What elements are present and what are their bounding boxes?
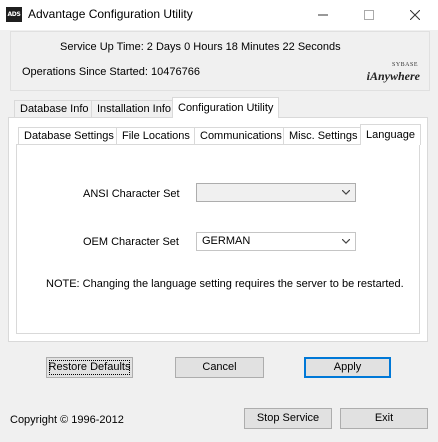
copyright-text: Copyright © 1996-2012: [10, 414, 124, 426]
close-button[interactable]: [392, 0, 438, 30]
ansi-charset-label: ANSI Character Set: [83, 188, 180, 200]
tab-database-settings[interactable]: Database Settings: [18, 127, 120, 144]
minimize-icon: [318, 14, 328, 16]
tab-configuration-utility[interactable]: Configuration Utility: [172, 97, 280, 118]
service-uptime: Service Up Time: 2 Days 0 Hours 18 Minut…: [60, 41, 341, 53]
tab-installation-info[interactable]: Installation Info: [91, 100, 177, 117]
restart-note: NOTE: Changing the language setting requ…: [46, 278, 404, 290]
logo-small-text: SYBASE: [391, 62, 418, 68]
tab-database-info[interactable]: Database Info: [14, 100, 95, 117]
logo-main-text: iAnywhere: [366, 69, 420, 83]
oem-charset-value: GERMAN: [202, 235, 251, 247]
chevron-down-icon: [342, 190, 350, 195]
operations-count: Operations Since Started: 10476766: [22, 66, 200, 78]
maximize-icon: [364, 10, 374, 20]
oem-charset-select[interactable]: GERMAN: [196, 232, 356, 251]
restore-defaults-button[interactable]: Restore Defaults: [46, 357, 133, 378]
cancel-button[interactable]: Cancel: [175, 357, 264, 378]
tab-file-locations[interactable]: File Locations: [116, 127, 196, 144]
tab-language[interactable]: Language: [360, 124, 421, 145]
tab-communications[interactable]: Communications: [194, 127, 288, 144]
ansi-charset-select[interactable]: [196, 183, 356, 202]
apply-button[interactable]: Apply: [304, 357, 391, 378]
title-bar: ADS Advantage Configuration Utility: [0, 0, 438, 31]
exit-button[interactable]: Exit: [340, 408, 428, 429]
tab-misc-settings[interactable]: Misc. Settings: [283, 127, 364, 144]
minimize-button[interactable]: [300, 0, 346, 30]
stop-service-button[interactable]: Stop Service: [244, 408, 332, 429]
maximize-button[interactable]: [346, 0, 392, 30]
sybase-ianywhere-logo: SYBASE iAnywhere: [362, 62, 424, 84]
oem-charset-label: OEM Character Set: [83, 236, 179, 248]
window-title: Advantage Configuration Utility: [28, 7, 193, 21]
chevron-down-icon: [342, 239, 350, 244]
close-icon: [409, 9, 421, 21]
app-icon: ADS: [6, 7, 22, 22]
